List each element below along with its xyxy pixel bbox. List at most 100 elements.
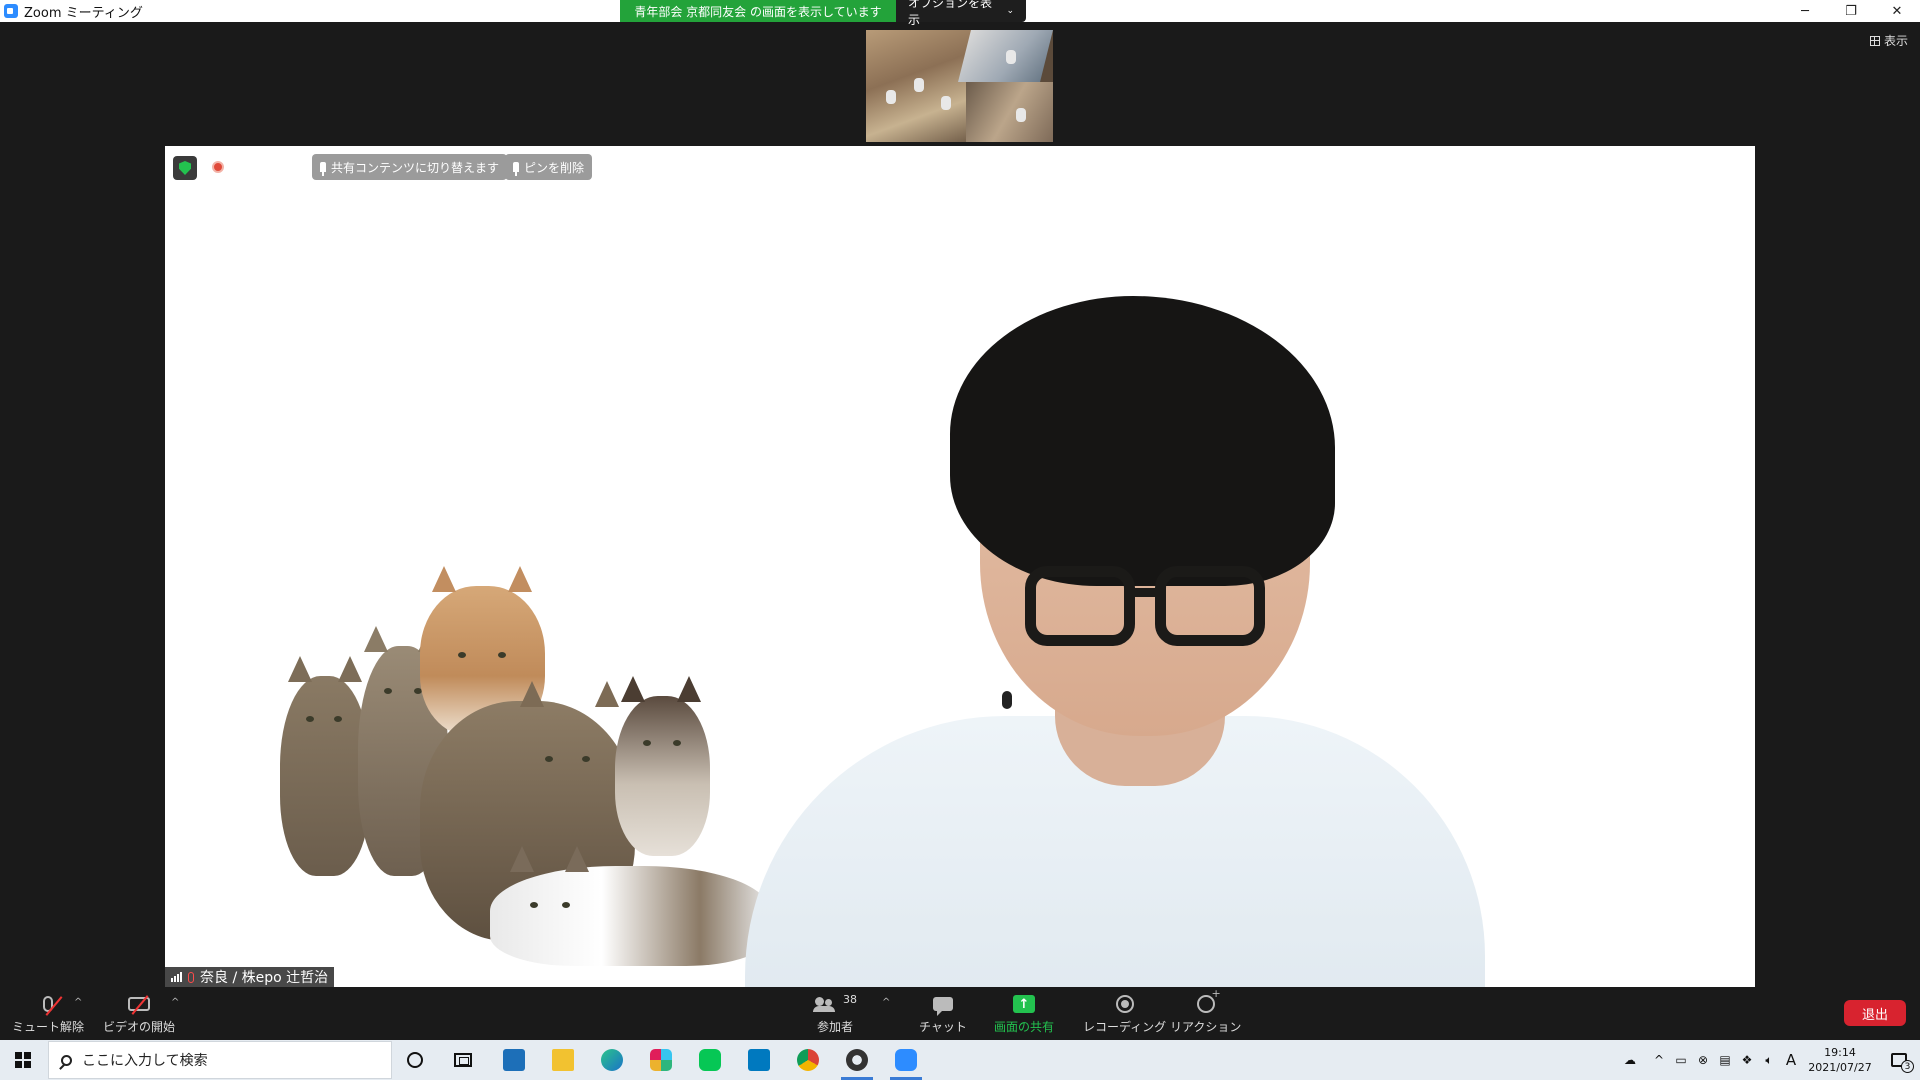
zoom-taskbar-app[interactable] [886,1044,926,1080]
participant-video-feed [725,296,1625,987]
taskbar-clock[interactable]: 19:14 2021/07/27 [1802,1045,1878,1075]
notification-count: 3 [1901,1060,1914,1073]
grid-icon [1869,35,1880,46]
participants-options-caret[interactable]: ^ [882,997,890,1008]
slack-taskbar-app[interactable] [641,1044,681,1076]
virtual-background-cats [260,566,770,986]
file-explorer-icon [552,1049,574,1071]
chrome-icon [797,1049,819,1071]
edge-icon [601,1049,623,1071]
action-center-button[interactable]: 3 [1878,1040,1920,1080]
switch-to-share-button[interactable]: 共有コンテンツに切り替えます [312,154,508,180]
active-speaker-video[interactable]: 共有コンテンツに切り替えます ピンを削除 奈良 / 株epo 辻哲治 [165,146,1755,987]
system-tray: ☁ ^ ▭ ⊗ ▤ ❖ 🔈︎ A 19:14 2021/07/27 3 [1612,1040,1920,1080]
muted-mic-icon [188,971,194,983]
video-options-caret[interactable]: ^ [171,997,179,1008]
recording-label: レコーディング [1083,1020,1167,1034]
record-icon [1115,995,1134,1013]
leave-meeting-button[interactable]: 退出 [1844,1000,1906,1026]
share-banner: 青年部会 京都同友会 の画面を表示しています オプションを表示 ⌄ [620,0,1026,27]
cortana-icon [407,1052,423,1068]
view-layout-button[interactable]: 表示 [1869,32,1908,49]
dropbox-icon[interactable]: ❖ [1736,1040,1758,1080]
chevron-down-icon: ⌄ [1006,6,1014,16]
glasses-bridge [1130,588,1160,597]
participant-name-tag: 奈良 / 株epo 辻哲治 [165,967,335,987]
minimize-button[interactable]: ─ [1782,0,1828,22]
chat-bubble-icon [932,997,953,1016]
task-view-icon [454,1053,472,1067]
muted-microphone-icon [43,996,63,1016]
view-options-label: オプションを表示 [908,0,993,27]
taskbar-search-box[interactable]: ここに入力して検索 [48,1041,392,1079]
participants-button[interactable]: 38 参加者 [813,993,857,1035]
trello-taskbar-app[interactable] [739,1044,779,1076]
security-shield-icon[interactable] [173,156,197,180]
cortana-button[interactable] [395,1044,435,1076]
restore-button[interactable]: ❐ [1828,0,1874,22]
settings-icon [846,1049,868,1071]
participants-count: 38 [843,992,857,1006]
view-options-button[interactable]: オプションを表示 ⌄ [896,0,1026,27]
cat-figure [280,656,370,876]
chat-button[interactable]: チャット [919,993,967,1035]
glasses-left-lens [1025,566,1135,646]
participants-icon [813,997,835,1012]
participant-hair [950,296,1335,586]
participant-name: 奈良 / 株epo 辻哲治 [200,970,329,986]
reactions-button[interactable]: リアクション [1170,987,1242,1035]
shared-screen-thumbnail[interactable] [866,30,1053,142]
pin-icon [320,162,326,176]
task-view-button[interactable] [443,1044,483,1076]
dreamweaver-icon [503,1049,525,1071]
close-button[interactable]: ✕ [1874,0,1920,22]
thumbnail-figure [886,90,896,104]
share-screen-button[interactable]: ↑ 画面の共有 [994,993,1054,1035]
edge-taskbar-app[interactable] [592,1044,632,1076]
audio-options-caret[interactable]: ^ [74,997,82,1008]
zoom-app-icon [4,4,18,18]
thumbnail-figure [941,96,951,110]
thumbnail-figure [1016,108,1026,122]
device-icon[interactable]: ▭ [1670,1040,1692,1080]
search-icon [61,1054,72,1066]
remove-pin-button[interactable]: ピンを削除 [505,154,593,180]
settings-taskbar-app[interactable] [837,1044,877,1080]
volume-icon[interactable]: 🔈︎ [1758,1040,1780,1080]
taskbar-search-placeholder: ここに入力して検索 [82,1053,208,1069]
meeting-toolbar: ミュート解除 ^ ビデオの開始 ^ 38 参加者 ^ チャット ↑ 画面の共有 … [0,987,1920,1040]
chat-label: チャット [919,1020,967,1034]
reactions-label: リアクション [1170,1020,1242,1034]
earphone [1002,691,1012,709]
participants-label: 参加者 [816,1020,853,1034]
thumbnail-figure [1006,50,1016,64]
recording-indicator-icon [212,161,224,173]
unmute-label: ミュート解除 [12,1020,85,1034]
weather-icon[interactable]: ☁ [1612,1040,1648,1080]
glasses-right-lens [1155,566,1265,646]
siamese-cat-figure [615,676,710,856]
start-video-label: ビデオの開始 [103,1020,176,1034]
start-video-button[interactable]: ビデオの開始 [103,993,175,1035]
share-screen-arrow-icon: ↑ [1013,995,1035,1013]
line-taskbar-app[interactable] [690,1044,730,1076]
slack-icon [650,1049,672,1071]
remove-pin-label: ピンを削除 [524,160,585,175]
start-button[interactable] [0,1040,46,1080]
clock-date: 2021/07/27 [1808,1061,1872,1074]
ime-indicator[interactable]: A [1780,1040,1802,1080]
trello-icon [748,1049,770,1071]
recording-button[interactable]: レコーディング [1083,993,1166,1035]
chrome-taskbar-app[interactable] [788,1044,828,1076]
signal-strength-icon [171,972,182,982]
windows-taskbar: ここに入力して検索 ☁ ^ ▭ ⊗ ▤ ❖ 🔈︎ A 19:14 2021/07… [0,1040,1920,1080]
share-screen-label: 画面の共有 [994,1020,1055,1034]
file-explorer-taskbar-app[interactable] [543,1044,583,1076]
clock-time: 19:14 [1824,1046,1856,1059]
show-hidden-icons-chevron-icon[interactable]: ^ [1648,1040,1670,1080]
network-icon[interactable]: ▤ [1714,1040,1736,1080]
security-tray-icon[interactable]: ⊗ [1692,1040,1714,1080]
thumbnail-figure [914,78,924,92]
sharing-status-label: 青年部会 京都同友会 の画面を表示しています [620,0,896,22]
dreamweaver-taskbar-app[interactable] [494,1044,534,1076]
